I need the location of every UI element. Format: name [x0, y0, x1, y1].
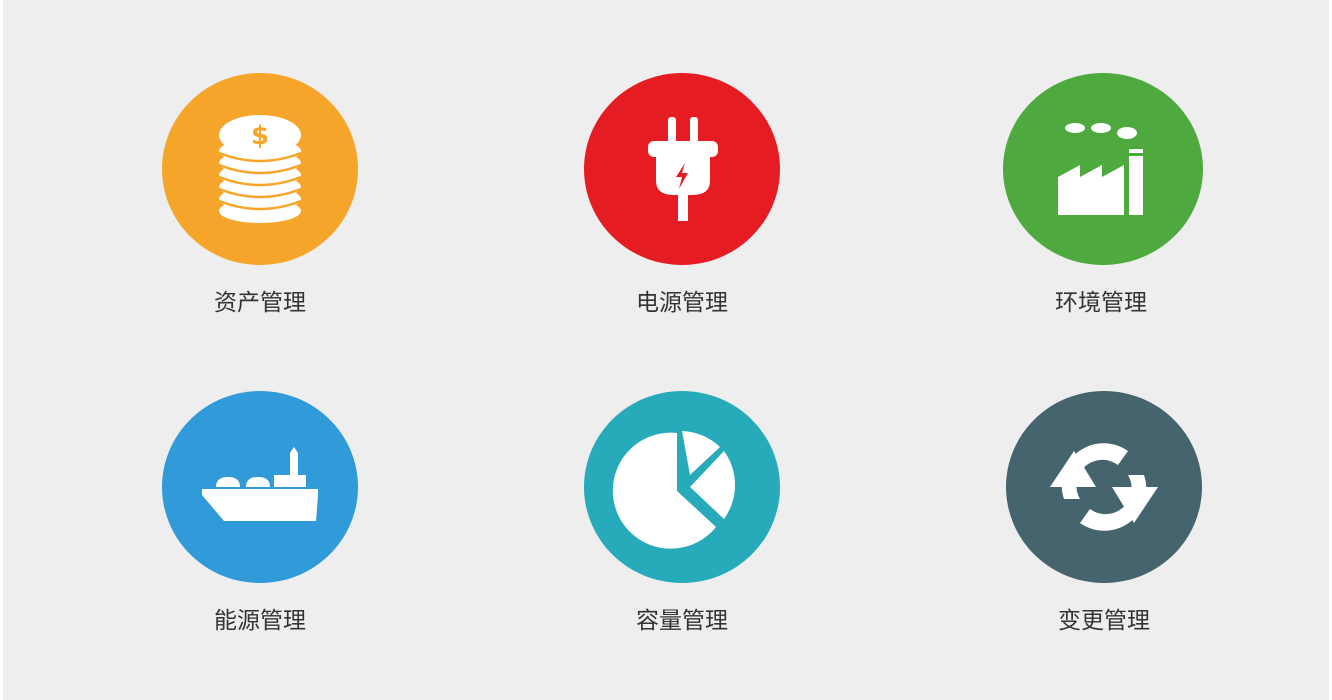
- energy-management-label: 能源管理: [214, 608, 306, 634]
- energy-management-tile[interactable]: 能源管理: [140, 391, 380, 641]
- refresh-icon: [1050, 443, 1158, 531]
- svg-text:$: $: [251, 121, 269, 151]
- asset-management-tile[interactable]: $ 资产管理: [140, 73, 380, 323]
- plug-icon: [648, 117, 718, 221]
- environment-management-button[interactable]: [1003, 73, 1203, 265]
- power-management-tile[interactable]: 电源管理: [562, 73, 802, 323]
- capacity-management-button[interactable]: [584, 391, 780, 583]
- power-management-button[interactable]: [584, 73, 780, 265]
- pie-chart-icon: [612, 431, 736, 549]
- capacity-management-tile[interactable]: 容量管理: [562, 391, 802, 641]
- capacity-management-label: 容量管理: [636, 608, 728, 634]
- power-management-label: 电源管理: [636, 290, 728, 316]
- change-management-tile[interactable]: 变更管理: [984, 391, 1224, 641]
- environment-management-label: 环境管理: [1055, 290, 1147, 316]
- asset-management-button[interactable]: $: [162, 73, 358, 265]
- ship-icon: [202, 447, 318, 521]
- environment-management-tile[interactable]: 环境管理: [981, 73, 1221, 323]
- factory-icon: [1058, 123, 1143, 215]
- change-management-label: 变更管理: [1058, 608, 1150, 634]
- management-grid: $ 资产管理 电源管理 环境管理 能源管理 容量管理 变更管理: [3, 0, 1329, 700]
- energy-management-button[interactable]: [162, 391, 358, 583]
- change-management-button[interactable]: [1006, 391, 1202, 583]
- asset-management-label: 资产管理: [214, 290, 306, 316]
- coins-icon: $: [218, 115, 302, 223]
